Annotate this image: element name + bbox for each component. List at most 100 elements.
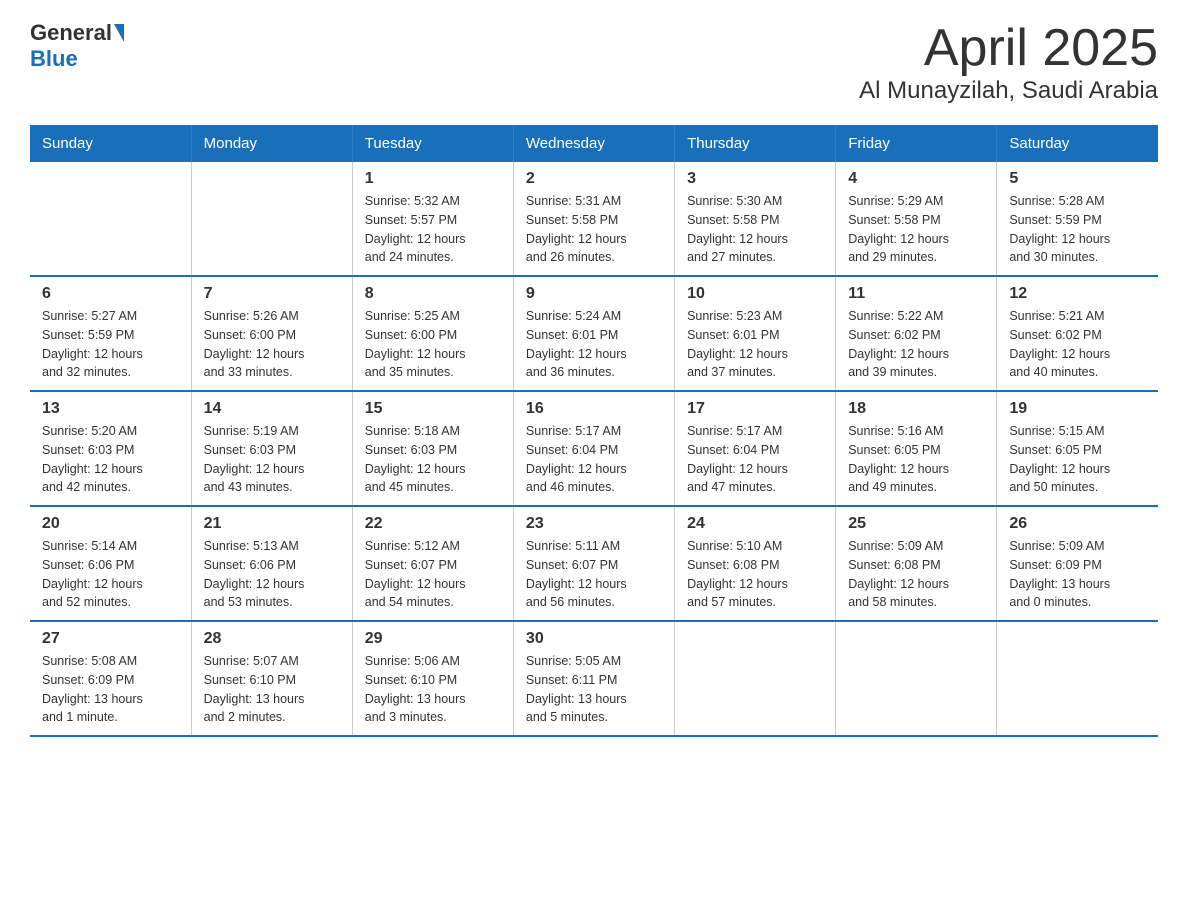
calendar-cell: 24 Sunrise: 5:10 AM Sunset: 6:08 PM Dayli… (675, 506, 836, 621)
day-number: 21 (204, 515, 340, 533)
day-number: 20 (42, 515, 179, 533)
calendar-cell: 19 Sunrise: 5:15 AM Sunset: 6:05 PM Dayli… (997, 391, 1158, 506)
day-number: 24 (687, 515, 823, 533)
calendar-cell: 10 Sunrise: 5:23 AM Sunset: 6:01 PM Dayli… (675, 276, 836, 391)
calendar-cell: 29Sunrise: 5:06 AM Sunset: 6:10 PM Dayli… (352, 621, 513, 736)
calendar-title: April 2025 (859, 20, 1158, 77)
title-section: April 2025 Al Munayzilah, Saudi Arabia (859, 20, 1158, 105)
week-row-5: 27 Sunrise: 5:08 AM Sunset: 6:09 PM Dayli… (30, 621, 1158, 736)
week-row-1: 1Sunrise: 5:32 AM Sunset: 5:57 PM Daylig… (30, 162, 1158, 276)
calendar-cell: 11 Sunrise: 5:22 AM Sunset: 6:02 PM Dayli… (836, 276, 997, 391)
day-info: Sunrise: 5:30 AM Sunset: 5:58 PM Dayligh… (687, 192, 823, 267)
day-info: Sunrise: 5:31 AM Sunset: 5:58 PM Dayligh… (526, 192, 662, 267)
day-number: 26 (1009, 515, 1146, 533)
logo-general-text: General (30, 20, 112, 46)
calendar-cell (30, 162, 191, 276)
calendar-cell: 16Sunrise: 5:17 AM Sunset: 6:04 PM Dayli… (513, 391, 674, 506)
header-row: SundayMondayTuesdayWednesdayThursdayFrid… (30, 125, 1158, 162)
day-info: Sunrise: 5:09 AM Sunset: 6:09 PM Dayligh… (1009, 537, 1146, 612)
calendar-cell: 12 Sunrise: 5:21 AM Sunset: 6:02 PM Dayli… (997, 276, 1158, 391)
day-number: 11 (848, 285, 984, 303)
calendar-cell: 15Sunrise: 5:18 AM Sunset: 6:03 PM Dayli… (352, 391, 513, 506)
week-row-4: 20 Sunrise: 5:14 AM Sunset: 6:06 PM Dayli… (30, 506, 1158, 621)
logo-blue-text: Blue (30, 46, 78, 72)
day-info: Sunrise: 5:14 AM Sunset: 6:06 PM Dayligh… (42, 537, 179, 612)
day-info: Sunrise: 5:17 AM Sunset: 6:04 PM Dayligh… (687, 422, 823, 497)
calendar-cell: 3 Sunrise: 5:30 AM Sunset: 5:58 PM Daylig… (675, 162, 836, 276)
logo-triangle-icon (114, 24, 124, 42)
calendar-subtitle: Al Munayzilah, Saudi Arabia (859, 77, 1158, 105)
day-info: Sunrise: 5:23 AM Sunset: 6:01 PM Dayligh… (687, 307, 823, 382)
calendar-cell: 14Sunrise: 5:19 AM Sunset: 6:03 PM Dayli… (191, 391, 352, 506)
day-number: 19 (1009, 400, 1146, 418)
day-info: Sunrise: 5:15 AM Sunset: 6:05 PM Dayligh… (1009, 422, 1146, 497)
day-info: Sunrise: 5:17 AM Sunset: 6:04 PM Dayligh… (526, 422, 662, 497)
day-number: 12 (1009, 285, 1146, 303)
page-header: General Blue April 2025 Al Munayzilah, S… (30, 20, 1158, 105)
calendar-table: SundayMondayTuesdayWednesdayThursdayFrid… (30, 125, 1158, 737)
day-number: 28 (204, 630, 340, 648)
day-number: 18 (848, 400, 984, 418)
calendar-cell: 22 Sunrise: 5:12 AM Sunset: 6:07 PM Dayli… (352, 506, 513, 621)
calendar-cell: 2 Sunrise: 5:31 AM Sunset: 5:58 PM Daylig… (513, 162, 674, 276)
day-number: 4 (848, 170, 984, 188)
day-info: Sunrise: 5:25 AM Sunset: 6:00 PM Dayligh… (365, 307, 501, 382)
calendar-cell: 5Sunrise: 5:28 AM Sunset: 5:59 PM Daylig… (997, 162, 1158, 276)
day-info: Sunrise: 5:05 AM Sunset: 6:11 PM Dayligh… (526, 652, 662, 727)
day-info: Sunrise: 5:28 AM Sunset: 5:59 PM Dayligh… (1009, 192, 1146, 267)
day-number: 3 (687, 170, 823, 188)
day-info: Sunrise: 5:11 AM Sunset: 6:07 PM Dayligh… (526, 537, 662, 612)
day-info: Sunrise: 5:09 AM Sunset: 6:08 PM Dayligh… (848, 537, 984, 612)
calendar-cell (836, 621, 997, 736)
logo: General Blue (30, 20, 124, 72)
day-number: 9 (526, 285, 662, 303)
day-info: Sunrise: 5:27 AM Sunset: 5:59 PM Dayligh… (42, 307, 179, 382)
calendar-cell: 7Sunrise: 5:26 AM Sunset: 6:00 PM Daylig… (191, 276, 352, 391)
day-info: Sunrise: 5:20 AM Sunset: 6:03 PM Dayligh… (42, 422, 179, 497)
calendar-cell: 23Sunrise: 5:11 AM Sunset: 6:07 PM Dayli… (513, 506, 674, 621)
day-number: 6 (42, 285, 179, 303)
day-number: 17 (687, 400, 823, 418)
column-header-thursday: Thursday (675, 125, 836, 162)
calendar-cell: 9Sunrise: 5:24 AM Sunset: 6:01 PM Daylig… (513, 276, 674, 391)
day-info: Sunrise: 5:16 AM Sunset: 6:05 PM Dayligh… (848, 422, 984, 497)
day-number: 8 (365, 285, 501, 303)
day-info: Sunrise: 5:19 AM Sunset: 6:03 PM Dayligh… (204, 422, 340, 497)
calendar-cell: 20 Sunrise: 5:14 AM Sunset: 6:06 PM Dayli… (30, 506, 191, 621)
day-number: 7 (204, 285, 340, 303)
calendar-cell: 13Sunrise: 5:20 AM Sunset: 6:03 PM Dayli… (30, 391, 191, 506)
week-row-3: 13Sunrise: 5:20 AM Sunset: 6:03 PM Dayli… (30, 391, 1158, 506)
day-number: 2 (526, 170, 662, 188)
day-number: 25 (848, 515, 984, 533)
day-info: Sunrise: 5:22 AM Sunset: 6:02 PM Dayligh… (848, 307, 984, 382)
day-number: 30 (526, 630, 662, 648)
day-info: Sunrise: 5:18 AM Sunset: 6:03 PM Dayligh… (365, 422, 501, 497)
day-number: 22 (365, 515, 501, 533)
calendar-cell: 26 Sunrise: 5:09 AM Sunset: 6:09 PM Dayli… (997, 506, 1158, 621)
calendar-cell: 21Sunrise: 5:13 AM Sunset: 6:06 PM Dayli… (191, 506, 352, 621)
calendar-cell: 18 Sunrise: 5:16 AM Sunset: 6:05 PM Dayli… (836, 391, 997, 506)
column-header-monday: Monday (191, 125, 352, 162)
calendar-cell: 1Sunrise: 5:32 AM Sunset: 5:57 PM Daylig… (352, 162, 513, 276)
day-info: Sunrise: 5:29 AM Sunset: 5:58 PM Dayligh… (848, 192, 984, 267)
day-number: 10 (687, 285, 823, 303)
day-info: Sunrise: 5:08 AM Sunset: 6:09 PM Dayligh… (42, 652, 179, 727)
calendar-cell: 28 Sunrise: 5:07 AM Sunset: 6:10 PM Dayli… (191, 621, 352, 736)
calendar-cell: 4 Sunrise: 5:29 AM Sunset: 5:58 PM Daylig… (836, 162, 997, 276)
column-header-sunday: Sunday (30, 125, 191, 162)
day-number: 29 (365, 630, 501, 648)
day-info: Sunrise: 5:12 AM Sunset: 6:07 PM Dayligh… (365, 537, 501, 612)
column-header-wednesday: Wednesday (513, 125, 674, 162)
calendar-cell (675, 621, 836, 736)
calendar-cell: 17 Sunrise: 5:17 AM Sunset: 6:04 PM Dayli… (675, 391, 836, 506)
day-info: Sunrise: 5:21 AM Sunset: 6:02 PM Dayligh… (1009, 307, 1146, 382)
column-header-friday: Friday (836, 125, 997, 162)
column-header-tuesday: Tuesday (352, 125, 513, 162)
day-number: 27 (42, 630, 179, 648)
week-row-2: 6 Sunrise: 5:27 AM Sunset: 5:59 PM Daylig… (30, 276, 1158, 391)
calendar-cell (997, 621, 1158, 736)
day-info: Sunrise: 5:10 AM Sunset: 6:08 PM Dayligh… (687, 537, 823, 612)
day-info: Sunrise: 5:07 AM Sunset: 6:10 PM Dayligh… (204, 652, 340, 727)
calendar-cell: 30 Sunrise: 5:05 AM Sunset: 6:11 PM Dayli… (513, 621, 674, 736)
calendar-cell (191, 162, 352, 276)
